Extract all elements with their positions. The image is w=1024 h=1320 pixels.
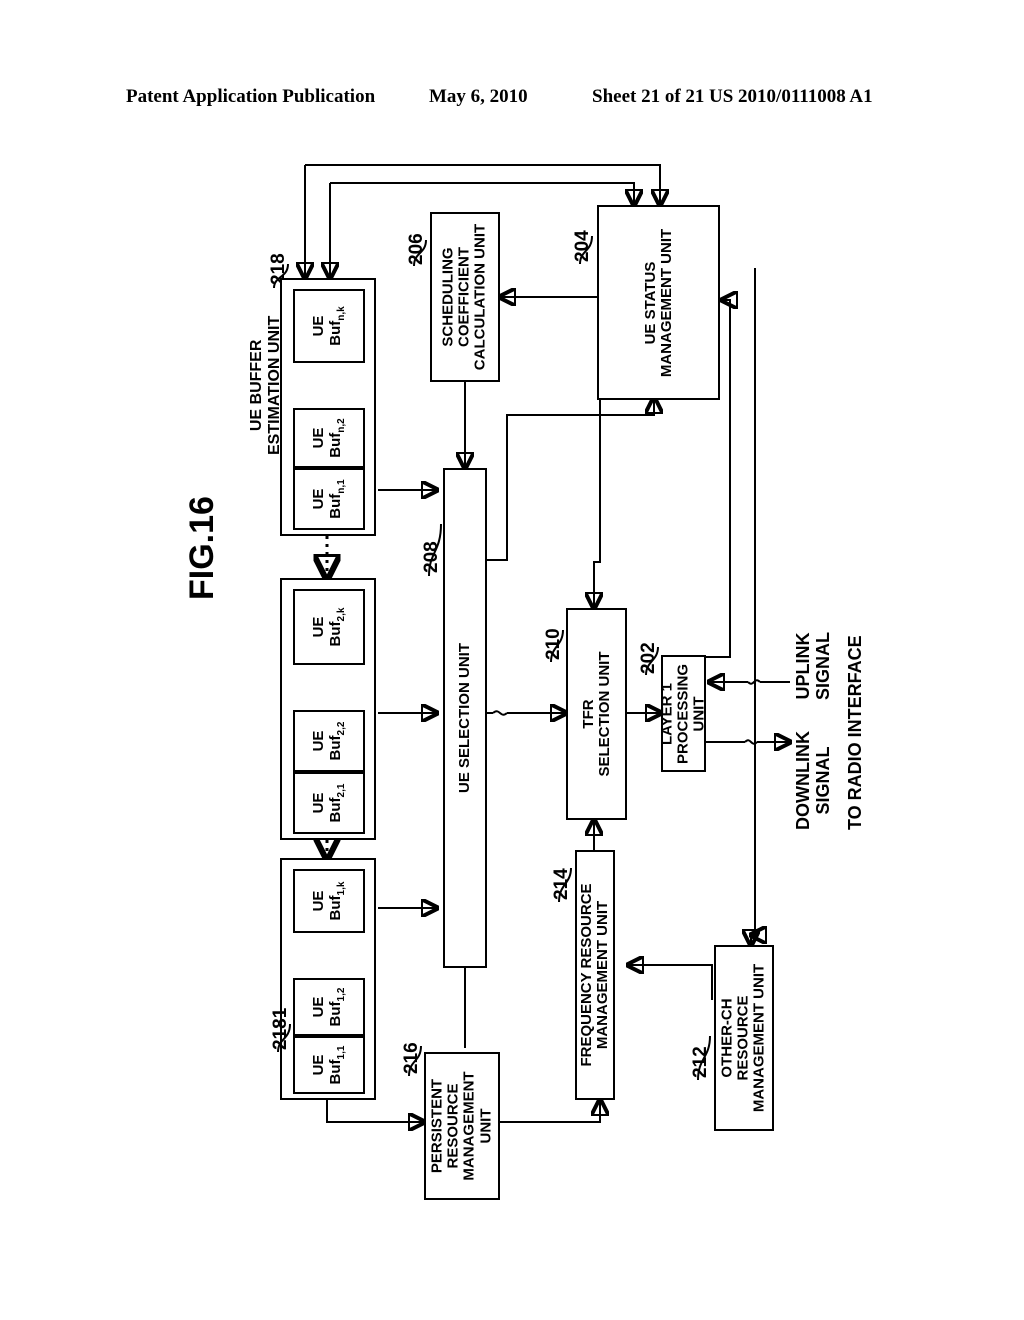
leader-206: [413, 239, 427, 267]
ue-buffer-1-k-sub: 1,k: [335, 881, 347, 896]
ue-selection-unit-label: UE SELECTION UNIT: [455, 642, 473, 794]
frequency-resource-management-unit-label: FREQUENCY RESOURCE MANAGEMENT UNIT: [577, 883, 611, 1067]
layer-1-processing-unit-label: LAYER 1 PROCESSING UNIT: [658, 663, 708, 764]
ue-buffer-group-n: UE Bufn,k UE Bufn,2 UE Bufn,1: [280, 278, 376, 536]
ue-selection-unit[interactable]: UE SELECTION UNIT: [443, 468, 487, 968]
leader-216: [408, 1045, 422, 1077]
ue-buffer-2-1-line1: UE: [310, 792, 328, 814]
ue-buffer-n-k: UE Bufn,k: [293, 289, 365, 363]
connector-lines: [0, 164, 1024, 1320]
header-date: May 6, 2010: [429, 86, 528, 107]
ue-buffer-n-2-line1: UE: [310, 427, 328, 449]
scheduling-coefficient-calculation-unit-label: SCHEDULING COEFFICIENT CALCULATION UNIT: [439, 223, 490, 371]
leader-214: [558, 867, 572, 903]
patent-figure-page: Patent Application Publication May 6, 20…: [0, 0, 1024, 1320]
tfr-selection-unit-label: TFR SELECTION UNIT: [579, 651, 613, 777]
ue-buffer-group-2: UE Buf2,k UE Buf2,2 UE Buf2,1: [280, 578, 376, 840]
ue-buffer-2-2: UE Buf2,2: [293, 710, 365, 772]
ue-buffer-2-2-sub: 2,2: [335, 721, 347, 736]
ue-buffer-1-k: UE Buf1,k: [293, 869, 365, 933]
ue-buffer-n-1-sub: n,1: [335, 479, 347, 494]
ue-buffer-n-2: UE Bufn,2: [293, 408, 365, 468]
ue-buffer-n-k-line1: UE: [310, 315, 328, 337]
other-ch-resource-management-unit-label: OTHER-CH RESOURCE MANAGEMENT UNIT: [718, 963, 769, 1113]
tfr-selection-unit[interactable]: TFR SELECTION UNIT: [566, 608, 627, 820]
ue-buffer-n-1: UE Bufn,1: [293, 468, 365, 530]
header-patent-number: US 2010/0111008 A1: [709, 86, 873, 107]
ue-buffer-2-1-sub: 2,1: [335, 783, 347, 798]
ue-buffer-2-k-sub: 2,k: [335, 607, 347, 622]
header-publication: Patent Application Publication: [126, 86, 376, 107]
ue-buffer-2-2-line2: Buf: [326, 735, 344, 761]
ue-buffer-n-k-sub: n,k: [335, 306, 347, 321]
persistent-resource-management-unit[interactable]: PERSISTENT RESOURCE MANAGEMENT UNIT: [424, 1052, 500, 1200]
ue-buffer-1-2-sub: 1,2: [335, 987, 347, 1002]
leader-204: [579, 235, 593, 265]
ue-buffer-1-1: UE Buf1,1: [293, 1036, 365, 1094]
ue-buffer-2-k-line2: Buf: [326, 621, 344, 647]
ue-buffer-2-2-line1: UE: [310, 730, 328, 752]
ue-buffer-n-k-line2: Buf: [326, 320, 344, 346]
radio-interface-label: TO RADIO INTERFACE: [845, 635, 865, 830]
uplink-signal-label: UPLINK SIGNAL: [793, 631, 834, 700]
ue-buffer-1-2-line1: UE: [310, 996, 328, 1018]
ue-buffer-1-2: UE Buf1,2: [293, 978, 365, 1036]
ue-buffer-1-1-line2: Buf: [326, 1059, 344, 1085]
downlink-signal-label: DOWNLINK SIGNAL: [793, 731, 834, 830]
header-sheet: Sheet 21 of 21: [592, 86, 705, 107]
ue-buffer-1-2-line2: Buf: [326, 1001, 344, 1027]
page-header: Patent Application Publication May 6, 20…: [0, 86, 1024, 116]
leader-210: [550, 629, 564, 663]
ue-buffer-n-2-line2: Buf: [326, 432, 344, 458]
persistent-resource-management-unit-label: PERSISTENT RESOURCE MANAGEMENT UNIT: [428, 1071, 495, 1181]
ue-buffer-1-k-line2: Buf: [326, 895, 344, 921]
layer-1-processing-unit[interactable]: LAYER 1 PROCESSING UNIT: [658, 655, 708, 772]
leader-208: [428, 523, 442, 577]
ue-buffer-n-1-line2: Buf: [326, 493, 344, 519]
ue-status-management-unit-label: UE STATUS MANAGEMENT UNIT: [641, 228, 675, 377]
ue-buffer-1-1-line1: UE: [310, 1054, 328, 1076]
leader-2181: [277, 1023, 291, 1053]
other-ch-resource-management-unit[interactable]: OTHER-CH RESOURCE MANAGEMENT UNIT: [714, 945, 774, 1131]
leader-212: [697, 1035, 711, 1081]
ue-buffer-estimation-unit-label: UE BUFFER ESTIMATION UNIT: [248, 315, 283, 455]
ue-buffer-2-1: UE Buf2,1: [293, 772, 365, 834]
ue-buffer-2-k: UE Buf2,k: [293, 589, 365, 665]
ue-status-management-unit[interactable]: UE STATUS MANAGEMENT UNIT: [597, 205, 720, 400]
ue-buffer-group-1: UE Buf1,k UE Buf1,2 UE Buf1,1: [280, 858, 376, 1100]
ue-buffer-n-2-sub: n,2: [335, 418, 347, 433]
ue-buffer-2-k-line1: UE: [310, 616, 328, 638]
frequency-resource-management-unit[interactable]: FREQUENCY RESOURCE MANAGEMENT UNIT: [575, 850, 615, 1100]
ue-buffer-1-k-line1: UE: [310, 890, 328, 912]
ue-buffer-n-1-line1: UE: [310, 488, 328, 510]
figure-title: FIG.16: [183, 496, 221, 600]
ue-buffer-2-1-line2: Buf: [326, 797, 344, 823]
scheduling-coefficient-calculation-unit[interactable]: SCHEDULING COEFFICIENT CALCULATION UNIT: [430, 212, 500, 382]
leader-202: [645, 646, 659, 676]
ue-buffer-1-1-sub: 1,1: [335, 1045, 347, 1060]
